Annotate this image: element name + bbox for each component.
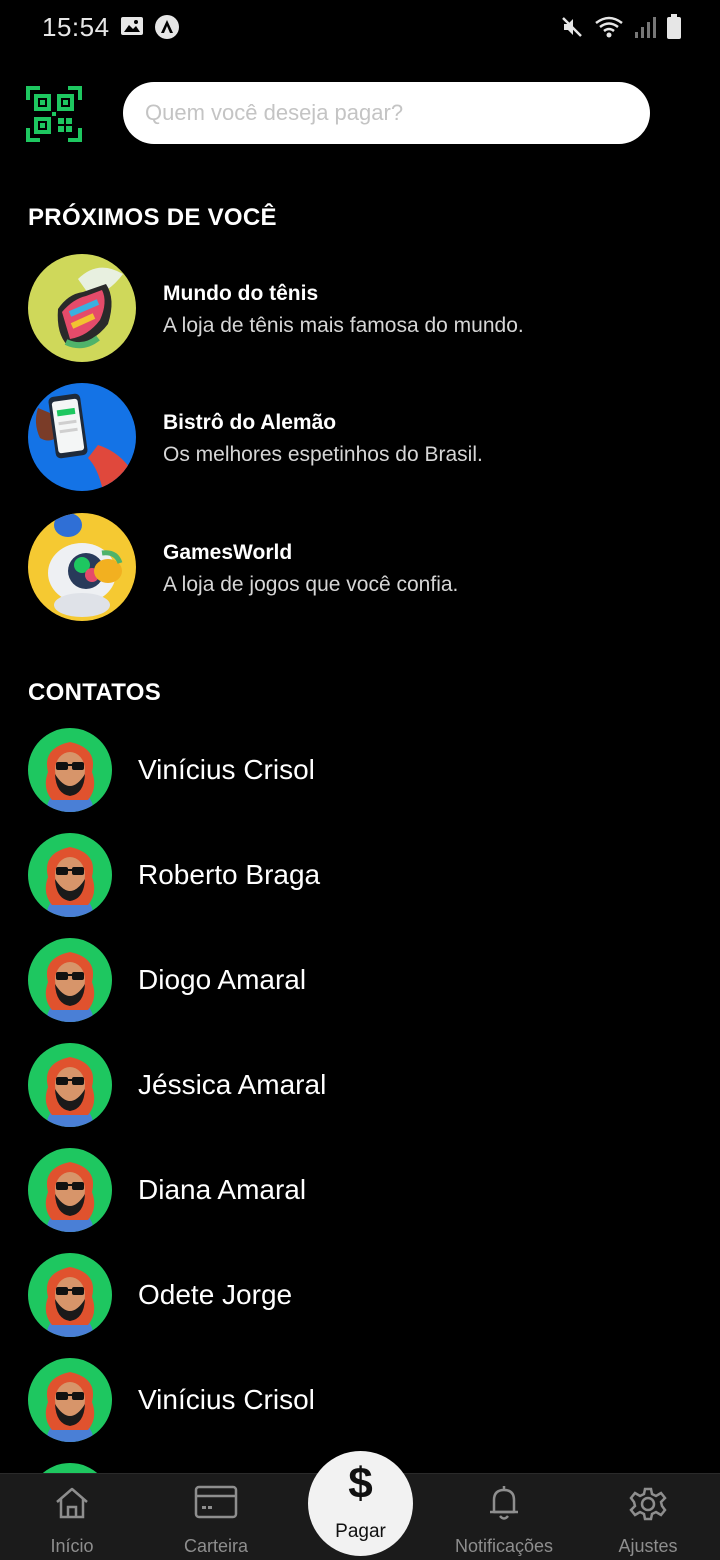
- contact-name: Roberto Braga: [138, 859, 321, 890]
- person-avatar-image: [28, 938, 112, 1022]
- contact-name: Vinícius Crisol: [138, 1384, 315, 1415]
- person-avatar-image: [28, 1358, 112, 1442]
- contact-item[interactable]: Vinícius Crisol: [28, 728, 692, 814]
- nearby-section-title: PRÓXIMOS DE VOCÊ: [28, 204, 277, 231]
- signal-icon: [635, 17, 656, 38]
- contact-name: Odete Jorge: [138, 1279, 293, 1310]
- nav-label: Notificações: [454, 1536, 554, 1556]
- home-icon: [56, 1487, 88, 1519]
- store-item-mundo-do-tenis[interactable]: Mundo do tênis A loja de tênis mais famo…: [28, 254, 692, 364]
- person-avatar-image: [28, 1043, 112, 1127]
- contact-name: Jéssica Amaral: [138, 1069, 327, 1100]
- status-time: 15:54: [42, 12, 110, 42]
- person-avatar-image: [28, 833, 112, 917]
- avatar: [28, 833, 112, 917]
- wallet-card-icon: [194, 1485, 238, 1519]
- bell-icon: [490, 1486, 518, 1520]
- contact-item[interactable]: Odete Jorge: [28, 1253, 692, 1339]
- nav-item-carteira[interactable]: Carteira: [161, 1474, 271, 1560]
- contacts-section-title: CONTATOS: [28, 679, 162, 706]
- avatar: [28, 1358, 112, 1442]
- nav-label: Início: [50, 1536, 94, 1556]
- search-input[interactable]: [123, 82, 650, 144]
- nav-label: Carteira: [183, 1536, 249, 1556]
- mute-icon: [562, 17, 582, 37]
- phone-in-hand-image: [28, 383, 136, 491]
- store-avatar: [28, 513, 136, 621]
- store-description: A loja de jogos que você confia.: [163, 573, 459, 596]
- person-avatar-image: [28, 728, 112, 812]
- avatar: [28, 728, 112, 812]
- wifi-icon: [595, 16, 623, 38]
- gallery-notification-icon: [121, 17, 143, 35]
- avatar: [28, 1148, 112, 1232]
- store-name: GamesWorld: [163, 541, 293, 564]
- dollar-icon: $: [348, 1459, 373, 1508]
- pay-button[interactable]: $ Pagar: [308, 1451, 413, 1556]
- contact-item[interactable]: Jéssica Amaral: [28, 1043, 692, 1129]
- store-avatar: [28, 383, 136, 491]
- gear-icon: [629, 1487, 667, 1521]
- nav-item-inicio[interactable]: Início: [17, 1474, 127, 1560]
- sneaker-image: [28, 254, 136, 362]
- pay-label: Pagar: [335, 1521, 386, 1542]
- contact-item[interactable]: Roberto Braga: [28, 833, 692, 919]
- person-avatar-image: [28, 1148, 112, 1232]
- store-name: Mundo do tênis: [163, 282, 319, 305]
- nav-label: Ajustes: [618, 1536, 678, 1556]
- contact-name: Diogo Amaral: [138, 964, 307, 995]
- status-bar: 15:54: [0, 0, 720, 56]
- store-avatar: [28, 254, 136, 362]
- astronaut-games-image: [28, 513, 136, 621]
- app-notification-icon: [155, 15, 179, 39]
- store-description: Os melhores espetinhos do Brasil.: [163, 443, 483, 466]
- qr-code-scan-button[interactable]: [26, 86, 82, 142]
- contact-item[interactable]: Vinícius Crisol: [28, 1358, 692, 1444]
- contact-name: Diana Amaral: [138, 1174, 307, 1205]
- contact-item[interactable]: Diogo Amaral: [28, 938, 692, 1024]
- battery-icon: [667, 14, 681, 39]
- nav-item-notificacoes[interactable]: Notificações: [449, 1474, 559, 1560]
- person-avatar-image: [28, 1253, 112, 1337]
- avatar: [28, 1043, 112, 1127]
- store-item-bistro-do-alemao[interactable]: Bistrô do Alemão Os melhores espetinhos …: [28, 383, 692, 493]
- store-name: Bistrô do Alemão: [163, 411, 337, 434]
- store-item-gamesworld[interactable]: GamesWorld A loja de jogos que você conf…: [28, 513, 692, 623]
- nav-item-ajustes[interactable]: Ajustes: [593, 1474, 703, 1560]
- avatar: [28, 1253, 112, 1337]
- avatar: [28, 938, 112, 1022]
- contact-item[interactable]: Diana Amaral: [28, 1148, 692, 1234]
- qr-code-icon: [26, 86, 82, 142]
- contact-name: Vinícius Crisol: [138, 754, 315, 785]
- store-description: A loja de tênis mais famosa do mundo.: [163, 314, 524, 337]
